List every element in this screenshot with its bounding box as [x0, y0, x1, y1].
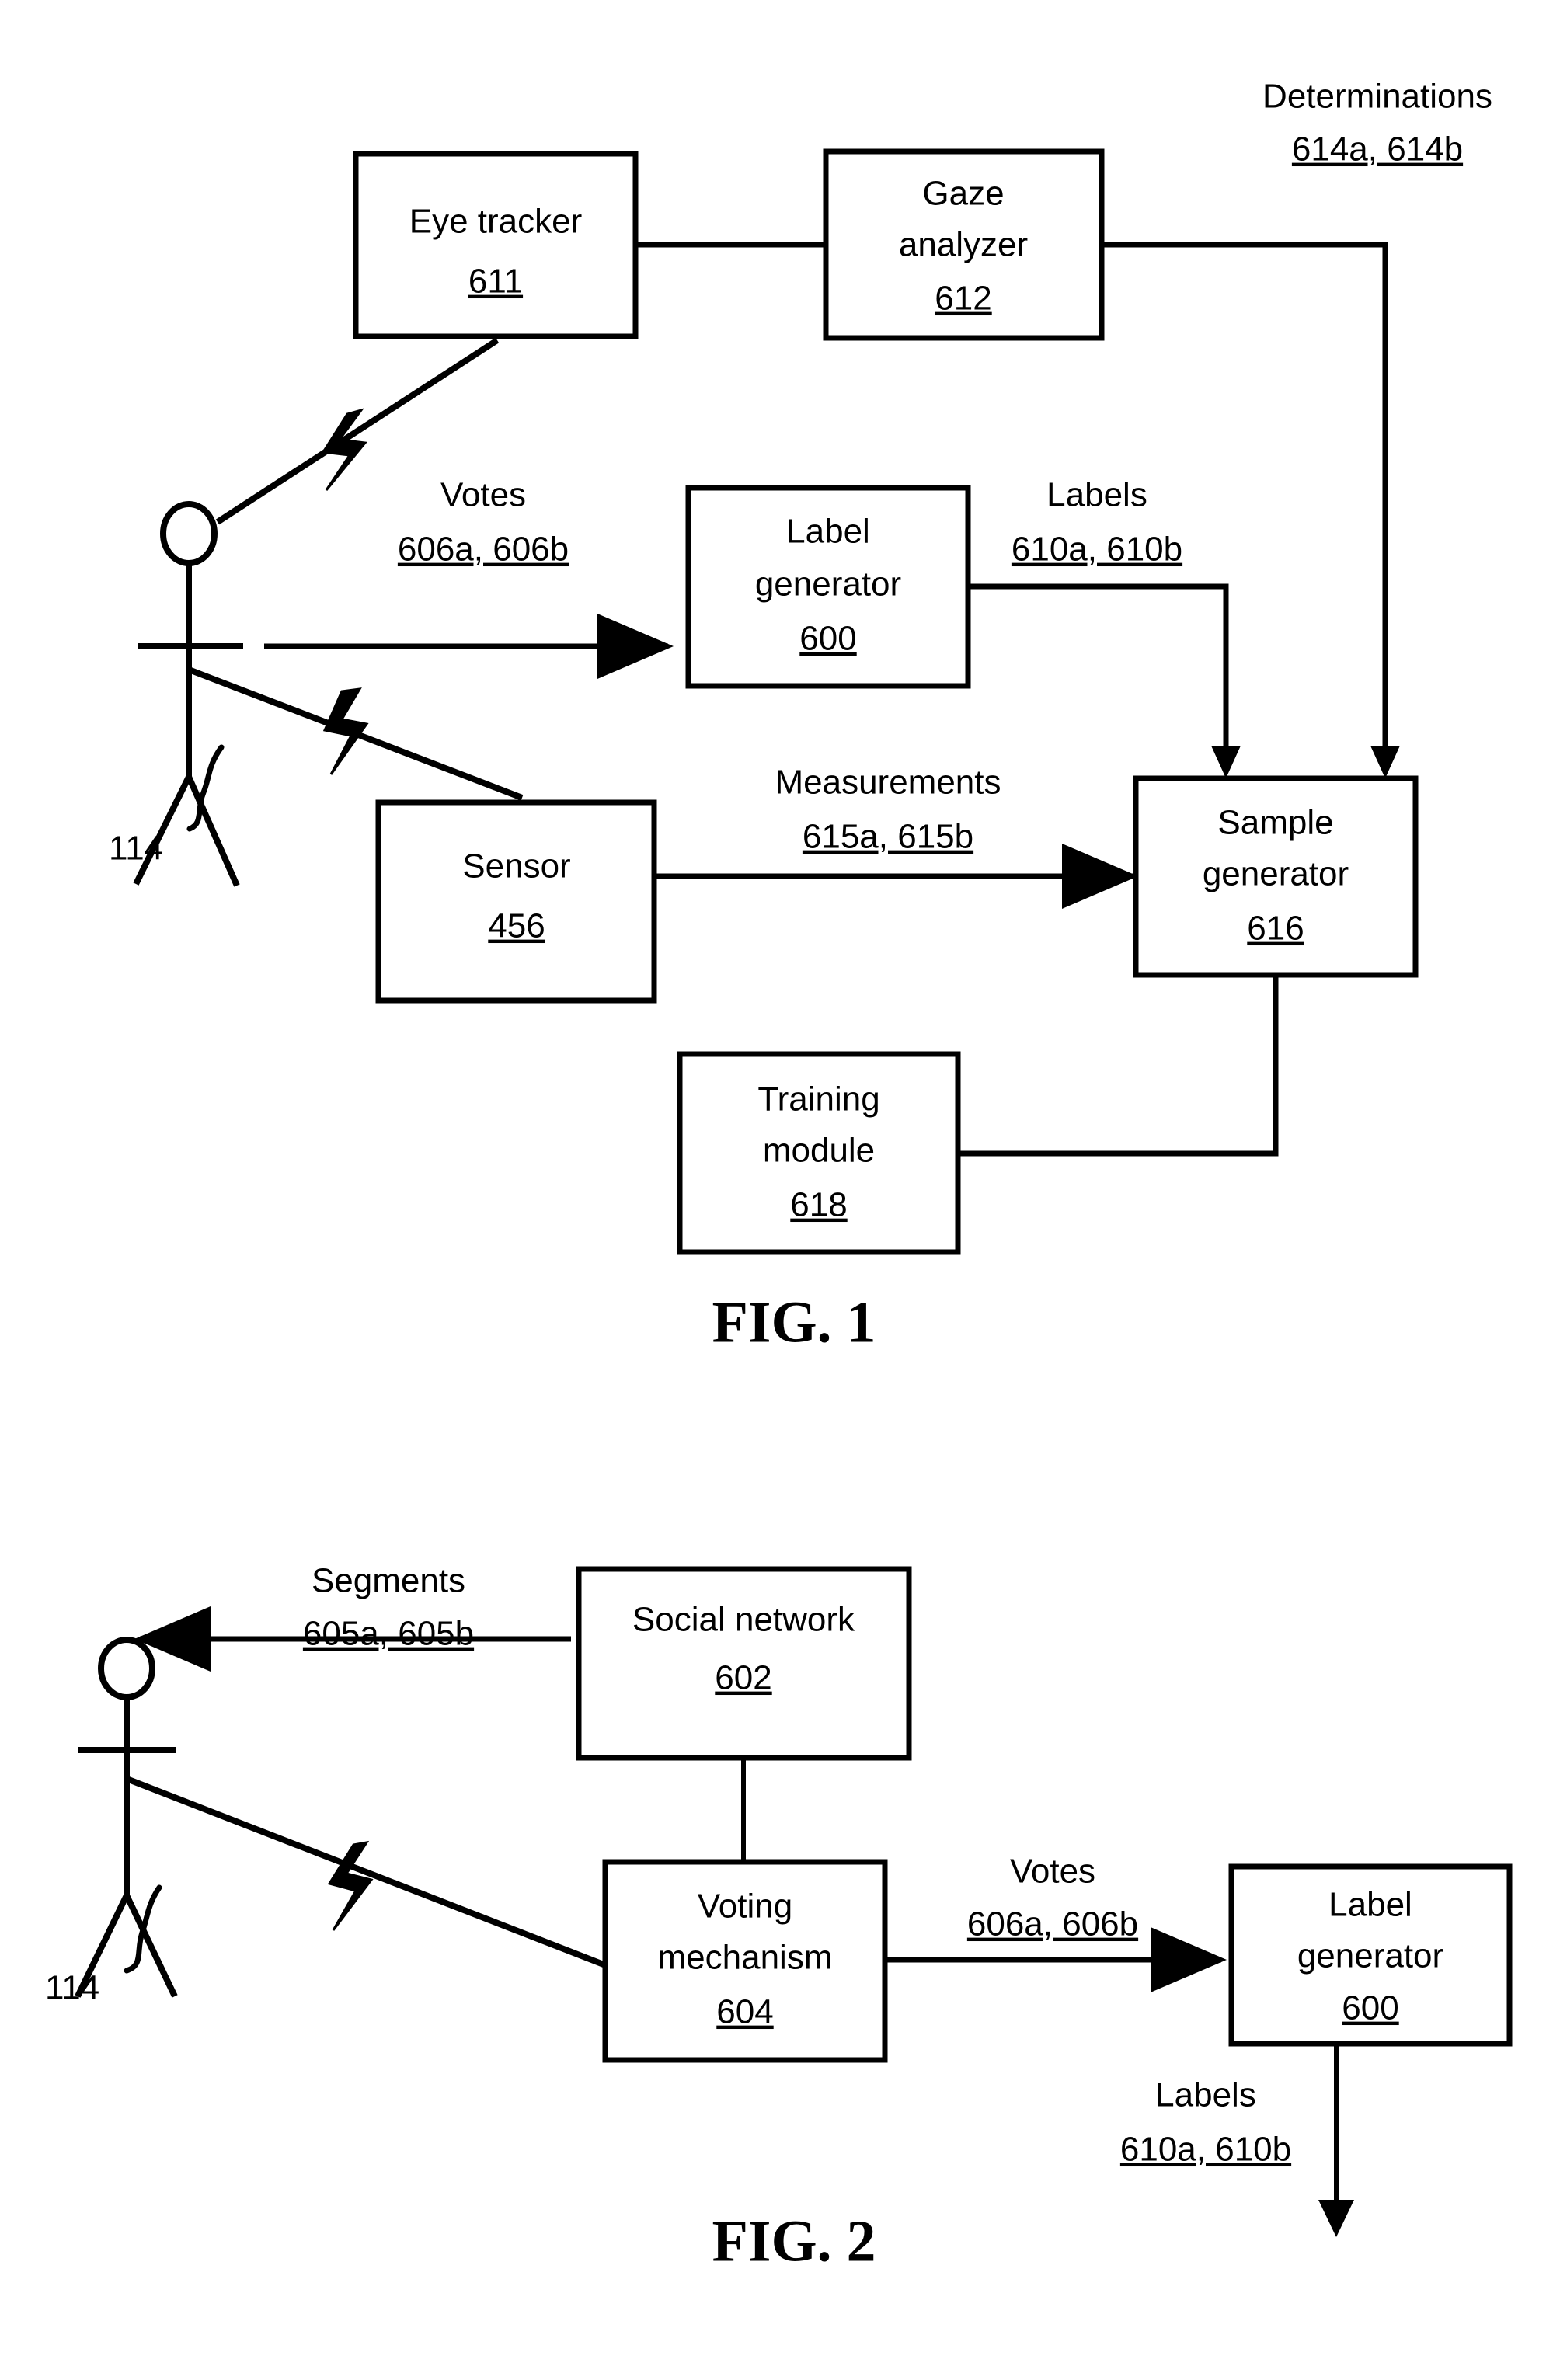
box-sample-generator[interactable]: Sample generator 616 [1133, 775, 1419, 978]
figure-2: Segments 605a, 605b 114 Social network 6… [45, 1562, 1513, 2274]
box-sensor[interactable]: Sensor 456 [375, 799, 657, 1004]
box-voting-mechanism-line1: Voting [698, 1888, 792, 1926]
box-gaze-analyzer-label-line1: Gaze [922, 175, 1004, 213]
box-label-generator-fig2-line1: Label [1328, 1886, 1412, 1924]
box-label-generator-fig2-ref: 600 [1342, 1989, 1398, 2027]
figure-1-caption: FIG. 1 [712, 1289, 876, 1355]
box-voting-mechanism[interactable]: Voting mechanism 604 [602, 1859, 888, 2063]
box-label-generator-fig2[interactable]: Label generator 600 [1228, 1863, 1513, 2047]
actor-head-fig1 [160, 501, 218, 566]
box-label-generator-fig2-line2: generator [1297, 1937, 1443, 1975]
box-voting-mechanism-ref: 604 [716, 1993, 773, 2031]
box-gaze-analyzer-label-line2: analyzer [899, 226, 1028, 264]
flow-segments-label: Segments [312, 1562, 465, 1600]
box-sensor-ref: 456 [488, 907, 545, 945]
box-label-generator-fig1[interactable]: Label generator 600 [685, 485, 971, 689]
box-social-network-ref: 602 [715, 1659, 771, 1697]
flow-determinations-refs: 614a, 614b [1292, 130, 1463, 169]
box-gaze-analyzer-ref: 612 [935, 280, 991, 318]
lightning-bolt-icon [322, 687, 369, 775]
box-social-network[interactable]: Social network 602 [576, 1566, 912, 1761]
flow-measurements-refs: 615a, 615b [803, 818, 973, 856]
box-voting-mechanism-line2: mechanism [658, 1939, 833, 1977]
actor-ref-fig1: 114 [109, 830, 163, 868]
flow-votes-refs-fig2: 606a, 606b [967, 1905, 1138, 1943]
flow-segments-refs: 605a, 605b [303, 1615, 474, 1653]
flow-labels-label-fig1: Labels [1046, 476, 1147, 514]
box-label-generator-fig1-ref: 600 [799, 620, 856, 658]
actor-leg-right-fig1 [186, 775, 240, 887]
box-sample-generator-line2: generator [1203, 855, 1349, 893]
flow-votes-label-fig2: Votes [1010, 1853, 1095, 1891]
lightning-bolt-icon [327, 1840, 374, 1931]
box-training-module-ref: 618 [790, 1186, 847, 1224]
box-sensor-label: Sensor [462, 847, 570, 886]
box-label-generator-fig1-line2: generator [755, 565, 901, 604]
lightning-bolt-icon [321, 408, 367, 491]
wireless-link-user-sensor [187, 666, 524, 801]
flow-measurements-label: Measurements [775, 764, 1001, 802]
actor-head-fig2 [98, 1637, 155, 1700]
arrowhead-labels-fig1 [1211, 746, 1241, 778]
box-eye-tracker-ref: 611 [468, 263, 523, 301]
box-eye-tracker-label: Eye tracker [409, 203, 583, 241]
flow-labels-refs-fig1: 610a, 610b [1012, 531, 1182, 569]
flow-determinations-label: Determinations [1262, 78, 1492, 116]
connector-samplegen-trainingmodule [958, 975, 1279, 1157]
flow-labels-label-fig2: Labels [1155, 2076, 1256, 2114]
box-training-module-line1: Training [757, 1080, 879, 1119]
figure-2-caption: FIG. 2 [712, 2208, 876, 2274]
box-training-module[interactable]: Training module 618 [677, 1051, 961, 1255]
actor-user-fig2: 114 [45, 1637, 178, 2007]
figure-canvas: Eye tracker 611 Gaze analyzer 612 Determ… [45, 78, 1513, 2274]
box-eye-tracker-rect[interactable] [353, 151, 639, 339]
box-training-module-line2: module [763, 1132, 875, 1170]
box-gaze-analyzer[interactable]: Gaze analyzer 612 [823, 148, 1105, 341]
actor-ref-fig2: 114 [45, 1969, 99, 2007]
flow-votes-refs-fig1: 606a, 606b [398, 531, 569, 569]
figure-1: Eye tracker 611 Gaze analyzer 612 Determ… [109, 78, 1492, 1355]
wireless-link-user-voting [125, 1776, 627, 1976]
box-sample-generator-ref: 616 [1247, 910, 1304, 948]
actor-user-fig1: 114 [109, 501, 243, 887]
connector-labels-fig1 [968, 583, 1229, 761]
box-eye-tracker[interactable]: Eye tracker 611 [353, 151, 639, 339]
box-label-generator-fig1-line1: Label [786, 513, 870, 551]
box-sensor-rect[interactable] [375, 799, 657, 1004]
arrowhead-labels-fig2 [1318, 2200, 1354, 2237]
arrowhead-determinations [1370, 746, 1400, 778]
patent-figure-sheet: Eye tracker 611 Gaze analyzer 612 Determ… [0, 0, 1553, 2380]
flow-votes-label-fig1: Votes [440, 476, 526, 514]
flow-labels-refs-fig2: 610a, 610b [1120, 2131, 1291, 2169]
link-line-voting [125, 1776, 627, 1976]
box-social-network-label: Social network [632, 1601, 855, 1639]
box-sample-generator-line1: Sample [1217, 804, 1333, 842]
